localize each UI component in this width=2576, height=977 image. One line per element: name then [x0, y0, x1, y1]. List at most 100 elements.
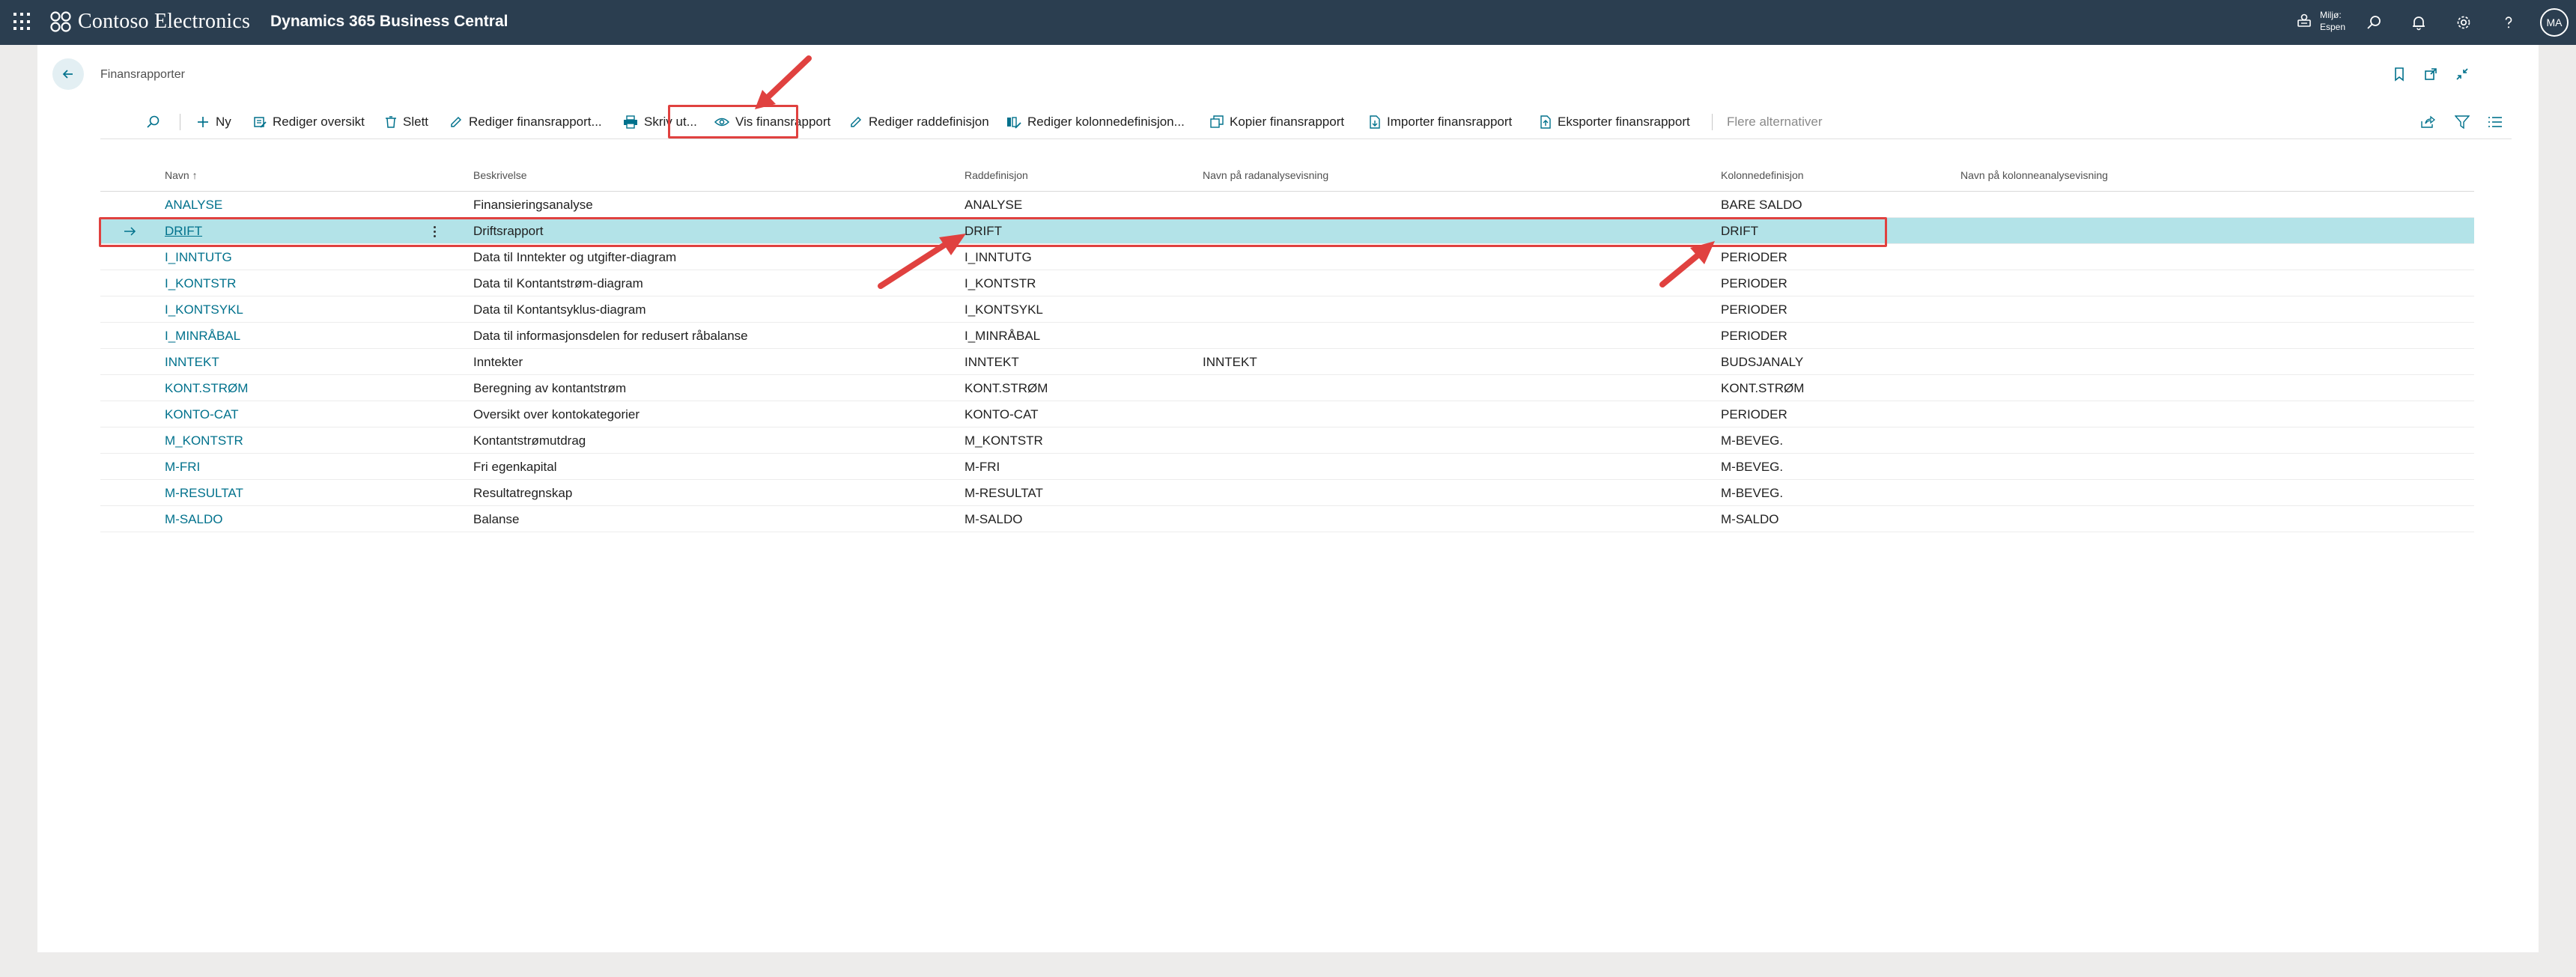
environment-name: Espen: [2320, 22, 2346, 32]
environment-indicator[interactable]: Miljø: Espen: [2296, 9, 2345, 33]
more-options-button[interactable]: Flere alternativer: [1727, 105, 1823, 139]
cell-name[interactable]: M_KONTSTR: [165, 427, 243, 454]
cell-column-definition: BARE SALDO: [1721, 198, 1802, 212]
search-list-button[interactable]: [145, 105, 160, 139]
share-icon: [2421, 115, 2435, 128]
copy-report-button[interactable]: Kopier finansrapport: [1210, 105, 1344, 139]
column-header-description[interactable]: Beskrivelse: [473, 169, 527, 181]
search-icon[interactable]: [2363, 12, 2384, 33]
cell-description: Inntekter: [473, 355, 523, 369]
edit-report-button[interactable]: Rediger finansrapport...: [449, 105, 602, 139]
copy-icon: [1210, 115, 1224, 128]
column-header-row-analysis-view[interactable]: Navn på radanalysevisning: [1203, 169, 1328, 181]
cell-description: Data til Inntekter og utgifter-diagram: [473, 250, 677, 264]
table-row[interactable]: M-SALDO Balanse M-SALDO M-SALDO: [100, 506, 2474, 532]
cell-column-definition: PERIODER: [1721, 329, 1787, 343]
avatar[interactable]: MA: [2540, 8, 2569, 37]
cell-name[interactable]: INNTEKT: [165, 349, 219, 375]
cell-name[interactable]: KONTO-CAT: [165, 401, 239, 427]
share-button[interactable]: [2420, 105, 2435, 139]
cell-name[interactable]: M-SALDO: [165, 506, 222, 532]
grid-header: Navn ↑ Beskrivelse Raddefinisjon Navn på…: [100, 157, 2474, 192]
action-bar: Ny Rediger oversikt Slett Rediger finans…: [100, 105, 2512, 139]
table-row[interactable]: KONT.STRØM Beregning av kontantstrøm KONT.…: [100, 375, 2474, 401]
cell-column-definition: M-SALDO: [1721, 512, 1779, 526]
open-new-window-icon[interactable]: [2422, 65, 2440, 83]
cell-description: Resultatregnskap: [473, 486, 573, 500]
cell-name[interactable]: M-FRI: [165, 454, 200, 480]
cell-column-definition: PERIODER: [1721, 302, 1787, 317]
cell-column-definition: PERIODER: [1721, 276, 1787, 290]
collapse-icon[interactable]: [2453, 65, 2471, 83]
cell-column-definition: M-BEVEG.: [1721, 433, 1784, 448]
cell-column-definition: KONT.STRØM: [1721, 381, 1805, 395]
pencil-icon: [851, 116, 862, 127]
column-header-row-definition[interactable]: Raddefinisjon: [965, 169, 1028, 181]
app-bar: Contoso Electronics Dynamics 365 Busines…: [0, 0, 2576, 45]
import-report-button[interactable]: Importer finansrapport: [1369, 105, 1512, 139]
gear-icon[interactable]: [2453, 12, 2474, 33]
edit-list-button[interactable]: Rediger oversikt: [253, 105, 365, 139]
printer-icon: [624, 115, 637, 129]
edit-list-icon: [1007, 117, 1021, 129]
cell-name[interactable]: M-RESULTAT: [165, 480, 243, 506]
table-row[interactable]: M_KONTSTR Kontantstrømutdrag M_KONTSTR M-BE…: [100, 427, 2474, 454]
new-button[interactable]: Ny: [196, 105, 231, 139]
edit-row-definition-button[interactable]: Rediger raddefinisjon: [849, 105, 989, 139]
cell-row-definition: ANALYSE: [965, 198, 1023, 212]
cell-name[interactable]: I_INNTUTG: [165, 244, 232, 270]
table-row[interactable]: M-RESULTAT Resultatregnskap M-RESULTAT M-BE…: [100, 480, 2474, 506]
edit-column-definition-button[interactable]: Rediger kolonnedefinisjon...: [1006, 105, 1185, 139]
table-row[interactable]: I_INNTUTG Data til Inntekter og utgifter-…: [100, 244, 2474, 270]
cell-row-definition: M-RESULTAT: [965, 486, 1043, 500]
cell-description: Kontantstrømutdrag: [473, 433, 586, 448]
cell-description: Balanse: [473, 512, 520, 526]
bell-icon[interactable]: [2408, 12, 2429, 33]
bookmark-icon[interactable]: [2390, 65, 2408, 83]
import-icon: [1370, 115, 1380, 129]
column-header-column-analysis-view[interactable]: Navn på kolonneanalysevisning: [1960, 169, 2108, 181]
help-icon[interactable]: [2498, 12, 2519, 33]
column-header-column-definition[interactable]: Kolonnedefinisjon: [1721, 169, 1804, 181]
column-header-name[interactable]: Navn ↑: [165, 169, 198, 181]
cell-row-definition: M-SALDO: [965, 512, 1023, 526]
cell-row-definition: KONTO-CAT: [965, 407, 1039, 421]
brand-name: Contoso Electronics: [78, 10, 251, 33]
table-row[interactable]: I_KONTSTR Data til Kontantstrøm-diagram I_…: [100, 270, 2474, 296]
cell-row-definition: I_MINRÅBAL: [965, 329, 1041, 343]
cell-name[interactable]: KONT.STRØM: [165, 375, 248, 401]
waffle-icon[interactable]: [13, 13, 31, 31]
cell-row-definition: KONT.STRØM: [965, 381, 1048, 395]
cell-column-definition: PERIODER: [1721, 407, 1787, 421]
table-row[interactable]: KONTO-CAT Oversikt over kontokategorier KO…: [100, 401, 2474, 427]
cell-row-definition: INNTEKT: [965, 355, 1019, 369]
list-view-button[interactable]: [2488, 105, 2503, 139]
cell-name[interactable]: I_KONTSYKL: [165, 296, 243, 323]
cell-name[interactable]: ANALYSE: [165, 192, 222, 218]
table-row[interactable]: ANALYSE Finansieringsanalyse ANALYSE BARE S…: [100, 192, 2474, 218]
table-row[interactable]: M-FRI Fri egenkapital M-FRI M-BEVEG.: [100, 454, 2474, 480]
delete-button[interactable]: Slett: [385, 105, 428, 139]
filter-button[interactable]: [2455, 105, 2470, 139]
back-button[interactable]: [52, 58, 84, 90]
contoso-logo-icon: [50, 11, 71, 32]
cell-row-definition: I_INNTUTG: [965, 250, 1032, 264]
cell-description: Fri egenkapital: [473, 460, 557, 474]
cell-column-definition: M-BEVEG.: [1721, 460, 1784, 474]
cell-name[interactable]: I_KONTSTR: [165, 270, 236, 296]
page-container: Finansrapporter Ny Rediger oversikt Slet…: [37, 45, 2539, 952]
trash-icon: [386, 116, 396, 128]
table-row[interactable]: I_MINRÅBAL Data til informasjonsdelen for…: [100, 323, 2474, 349]
cell-row-definition: M_KONTSTR: [965, 433, 1043, 448]
cell-description: Data til Kontantstrøm-diagram: [473, 276, 643, 290]
edit-list-icon: [254, 117, 267, 128]
cell-description: Finansieringsanalyse: [473, 198, 593, 212]
brand[interactable]: Contoso Electronics: [49, 10, 250, 34]
cell-name[interactable]: I_MINRÅBAL: [165, 323, 240, 349]
export-report-button[interactable]: Eksporter finansrapport: [1540, 105, 1690, 139]
page-title: Finansrapporter: [100, 68, 185, 81]
environment-label: Miljø:: [2320, 10, 2342, 20]
table-row[interactable]: INNTEKT Inntekter INNTEKT INNTEKT BUDSJANALY: [100, 349, 2474, 375]
table-row[interactable]: I_KONTSYKL Data til Kontantsyklus-diagram…: [100, 296, 2474, 323]
cell-row-definition: I_KONTSTR: [965, 276, 1036, 290]
